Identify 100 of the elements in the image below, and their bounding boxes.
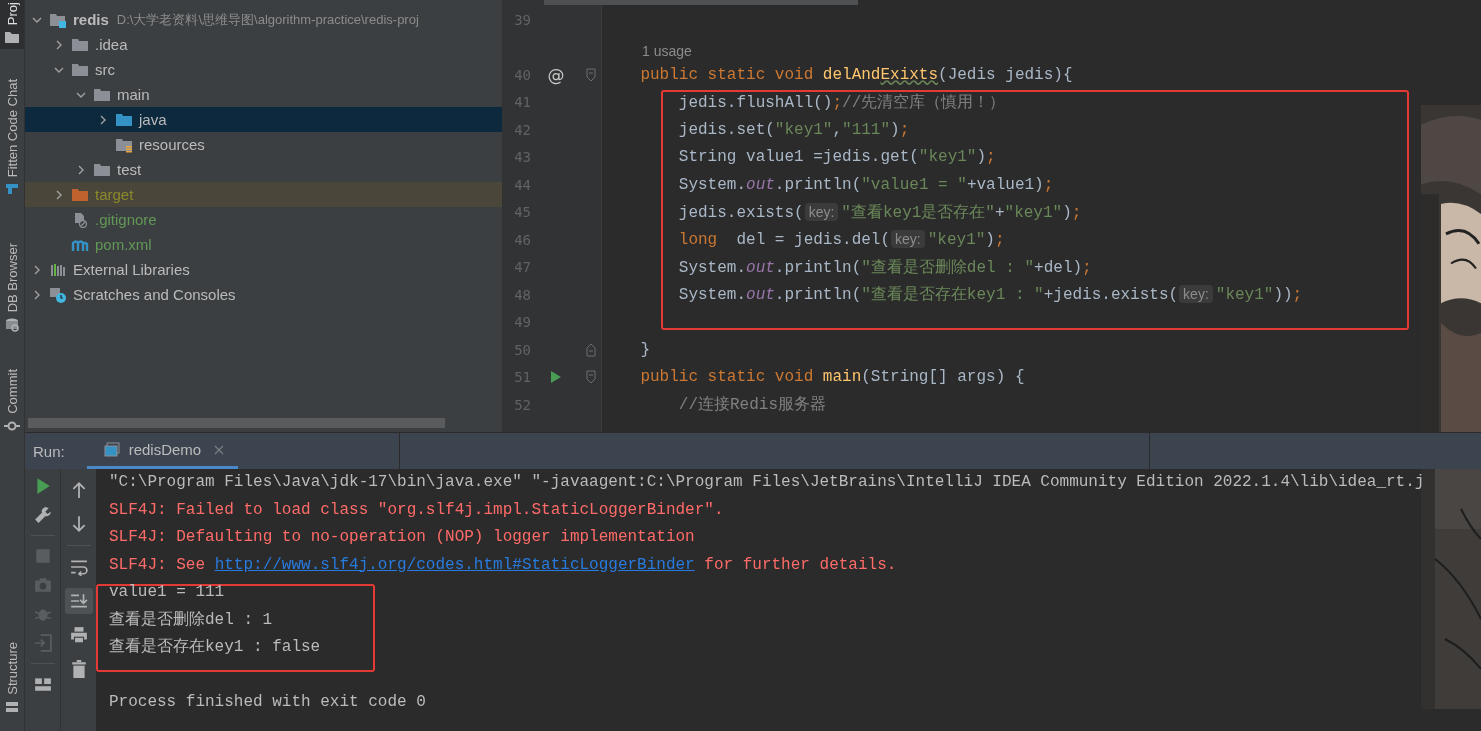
code-text: +value1)	[966, 175, 1044, 194]
keyword: long	[677, 230, 718, 249]
tool-window-button[interactable]: DB Browser	[0, 241, 24, 337]
field-name: out	[746, 175, 775, 194]
item-name: .idea	[95, 36, 128, 53]
tree-item[interactable]: pom.xml	[25, 232, 502, 257]
item-name: main	[117, 86, 150, 103]
run-tab[interactable]: redisDemo	[86, 433, 239, 469]
console-line: "C:\Program Files\Java\jdk-17\bin\java.exe" "-javaagent:C:\Program Files\JetBrains\IntelliJ IDEA Community Edition 2022.1.4\lib\idea_rt.j	[109, 472, 1426, 493]
code-comment: //先清空库（慎用！）	[842, 93, 1006, 112]
code-text: .println(	[774, 258, 862, 277]
parameter-hint: key:	[891, 229, 925, 248]
tree-item[interactable]: main	[25, 82, 502, 107]
tool-window-button[interactable]: Structure	[0, 640, 24, 719]
code-text: System.	[677, 258, 747, 277]
console-line: 查看是否存在key1 : false	[109, 637, 322, 658]
run-icon[interactable]	[550, 370, 562, 385]
tree-item[interactable]: .gitignore	[25, 207, 502, 232]
item-name: test	[117, 161, 142, 178]
tree-item[interactable]: External Libraries	[25, 257, 502, 282]
code-text: )	[890, 120, 900, 139]
library-icon	[49, 261, 67, 278]
run-label: Run:	[32, 441, 66, 462]
punctuation: ;	[1292, 286, 1303, 305]
folder-icon	[93, 161, 111, 178]
code-text: jedis.flushAll()	[677, 93, 833, 112]
folder-icon	[93, 86, 111, 103]
item-name: Scratches and Consoles	[73, 286, 236, 303]
string-literal: "111"	[842, 120, 891, 139]
wrench-icon[interactable]	[33, 506, 52, 524]
string-literal: "查看key1是否存在"	[841, 203, 995, 222]
tool-window-button[interactable]: Commit	[0, 366, 24, 438]
code-text: )	[985, 230, 995, 249]
code-text: String value1 =jedis.get(	[677, 148, 919, 167]
code-text: (Jedis jedis){	[938, 65, 1073, 84]
code-editor[interactable]	[503, 0, 1481, 432]
layout-icon[interactable]	[33, 675, 52, 693]
string-literal: "key1"	[918, 148, 977, 167]
code-text: (String[] args) {	[861, 368, 1025, 387]
resources-folder-icon	[115, 136, 133, 153]
folder-icon	[71, 61, 89, 78]
fold-icon[interactable]	[586, 67, 596, 82]
structure-icon	[4, 699, 20, 715]
module-folder-icon	[49, 11, 67, 28]
parameter-hint: key:	[804, 202, 839, 221]
field-name: out	[746, 258, 775, 277]
punctuation: ;	[986, 148, 996, 167]
tree-item[interactable]: src	[25, 57, 502, 82]
console-line: 查看是否删除del : 1	[109, 609, 274, 631]
item-name: External Libraries	[73, 261, 190, 278]
link[interactable]: http://www.slf4j.org/codes.html#StaticLoggerBinder	[214, 555, 695, 574]
item-name: pom.xml	[95, 236, 152, 253]
code-text: +del)	[1034, 258, 1083, 277]
string-literal: "查看是否删除del : "	[861, 258, 1035, 277]
item-name: resources	[139, 136, 205, 153]
parameter-hint: key:	[1179, 285, 1213, 304]
punctuation: ;	[1082, 258, 1092, 277]
scrollbar[interactable]	[544, 0, 858, 5]
tree-item[interactable]: Scratches and Consoles	[25, 282, 502, 307]
method-name: main	[822, 368, 862, 387]
tree-item[interactable]: resources	[25, 132, 502, 157]
tree-item[interactable]: java	[25, 107, 502, 132]
override-marker[interactable]: @	[547, 64, 565, 85]
code-text: ,	[832, 120, 843, 139]
item-name: java	[139, 111, 167, 128]
folder-icon	[115, 111, 133, 128]
tool-window-button[interactable]: Fitten Code Chat	[0, 77, 24, 202]
string-literal: "查看是否存在key1 : "	[861, 286, 1044, 305]
punctuation: ;	[1043, 175, 1054, 194]
string-literal: "key1"	[1004, 203, 1063, 222]
folder-icon	[4, 29, 20, 46]
item-name: redis	[73, 11, 109, 28]
code-text: System.	[677, 286, 747, 305]
tool-window-button[interactable]: Proj	[0, 0, 24, 50]
string-literal: "value1 = "	[861, 175, 967, 194]
fold-icon[interactable]	[586, 370, 596, 385]
folder-icon	[71, 186, 89, 203]
console-line: SLF4J: Failed to load class "org.slf4j.impl.StaticLoggerBinder".	[109, 499, 725, 521]
code-text: jedis.exists(	[677, 203, 804, 222]
tree-item[interactable]: redis D:\大学老资料\思维导图\algorithm-practice\redis-proj	[25, 7, 502, 32]
item-name: .gitignore	[95, 211, 157, 228]
method-name: delAnd	[822, 65, 881, 84]
code-text: }	[639, 340, 650, 359]
string-literal: "key1"	[1215, 286, 1274, 305]
console-line: Process finished with exit code 0	[109, 692, 427, 713]
code-text: System.	[677, 175, 747, 194]
item-path: D:\大学老资料\思维导图\algorithm-practice\redis-proj	[116, 10, 419, 29]
tree-item[interactable]: .idea	[25, 32, 502, 57]
code-text: jedis.set(	[677, 120, 775, 139]
console-line: SLF4J: Defaulting to no-operation (NOP) logger implementation	[109, 527, 696, 548]
punctuation: ;	[899, 120, 910, 139]
scrollbar[interactable]	[28, 418, 445, 428]
code-text: .println(	[774, 286, 862, 305]
code-text: )	[1062, 203, 1072, 222]
code-text: del = jedis.del(	[735, 230, 891, 249]
close-icon[interactable]	[214, 444, 225, 455]
fold-icon[interactable]	[586, 342, 596, 357]
tree-item[interactable]: test	[25, 157, 502, 182]
folder-icon	[71, 36, 89, 53]
scroll-to-end-icon[interactable]	[64, 588, 93, 614]
